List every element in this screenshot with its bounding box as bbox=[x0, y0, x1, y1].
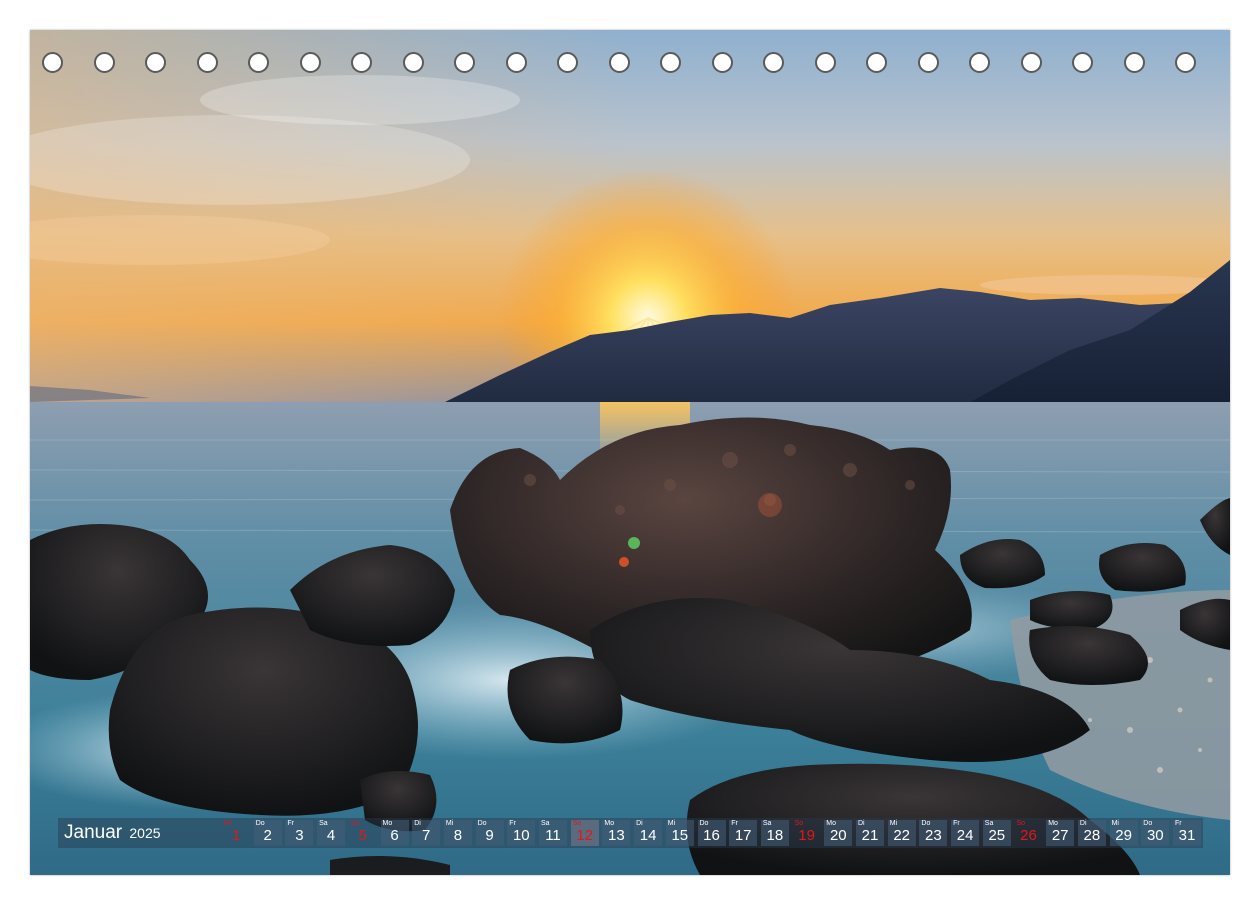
day-cell: Fr 10 bbox=[507, 820, 536, 846]
day-cell: Sa 4 bbox=[317, 820, 346, 846]
day-number: 14 bbox=[639, 827, 657, 844]
day-cell: Di 14 bbox=[634, 820, 663, 846]
day-number: 24 bbox=[956, 827, 974, 844]
day-cell: Fr 17 bbox=[729, 820, 758, 846]
month-year: 2025 bbox=[129, 825, 161, 841]
day-cell: Mo 13 bbox=[602, 820, 631, 846]
day-cell: Do 2 bbox=[253, 820, 282, 846]
day-cell: Fr 31 bbox=[1173, 820, 1201, 846]
weekday-label: Mi bbox=[224, 820, 232, 827]
day-cell: Mi 29 bbox=[1109, 820, 1138, 846]
binding-holes bbox=[30, 52, 1230, 82]
day-cell: So 19 bbox=[793, 820, 821, 846]
day-number: 11 bbox=[545, 827, 561, 844]
day-cell: Mo 20 bbox=[824, 820, 853, 846]
day-cell: Mo 27 bbox=[1046, 820, 1075, 846]
binding-hole bbox=[814, 52, 836, 73]
day-number: 30 bbox=[1146, 827, 1164, 844]
binding-hole bbox=[660, 52, 681, 73]
month-name: Januar bbox=[64, 822, 123, 843]
day-number: 27 bbox=[1051, 827, 1069, 844]
day-cell: Mi 8 bbox=[443, 820, 472, 846]
day-cell: Fr 24 bbox=[951, 820, 980, 846]
day-number: 25 bbox=[988, 827, 1006, 844]
calendar-strip: Januar 2025 Mi 1 Do 2 Fr 3 Sa 4 So 5 Mo 6 Di 7 Mi 8 Do 9 F… bbox=[58, 818, 1203, 848]
day-cell: Di 28 bbox=[1077, 820, 1106, 846]
day-cell: Mi 15 bbox=[665, 820, 694, 846]
binding-hole bbox=[248, 52, 269, 73]
binding-hole bbox=[557, 52, 578, 73]
binding-hole bbox=[1020, 52, 1042, 73]
day-cell: Mi 22 bbox=[887, 820, 916, 846]
binding-hole bbox=[196, 52, 218, 73]
binding-hole bbox=[1123, 52, 1145, 73]
day-number: 20 bbox=[829, 827, 847, 844]
day-number: 9 bbox=[485, 827, 494, 844]
binding-hole bbox=[145, 52, 166, 73]
binding-hole bbox=[351, 52, 372, 73]
day-number: 26 bbox=[1020, 827, 1037, 844]
binding-hole bbox=[711, 52, 733, 73]
day-cell: So 5 bbox=[349, 820, 377, 846]
day-number: 21 bbox=[861, 827, 879, 844]
day-number: 3 bbox=[295, 827, 304, 844]
binding-hole bbox=[93, 52, 115, 73]
binding-hole bbox=[42, 52, 63, 73]
day-number: 8 bbox=[453, 827, 463, 844]
day-cell: So 12 bbox=[570, 820, 599, 846]
day-cell: Di 21 bbox=[856, 820, 884, 846]
sunset-seascape-image bbox=[30, 30, 1230, 875]
day-cell: So 26 bbox=[1015, 820, 1043, 846]
weekday-label: Di bbox=[414, 820, 421, 827]
day-number: 29 bbox=[1115, 827, 1132, 844]
day-number: 1 bbox=[231, 827, 241, 844]
binding-hole bbox=[1175, 52, 1196, 73]
day-cell: Di 7 bbox=[412, 820, 441, 846]
binding-hole bbox=[505, 52, 527, 73]
day-number: 2 bbox=[263, 827, 272, 844]
day-cell: Do 16 bbox=[697, 820, 726, 846]
weekday-label: Fr bbox=[287, 820, 294, 827]
day-number: 13 bbox=[608, 827, 625, 844]
day-cell: Sa 18 bbox=[760, 820, 789, 846]
day-number: 17 bbox=[734, 827, 752, 844]
day-cell: Do 9 bbox=[475, 820, 504, 846]
day-cell: Sa 25 bbox=[982, 820, 1011, 846]
binding-hole bbox=[866, 52, 887, 73]
day-number: 5 bbox=[358, 827, 367, 844]
day-number: 15 bbox=[671, 827, 689, 844]
binding-hole bbox=[917, 52, 939, 73]
day-number: 4 bbox=[326, 827, 336, 844]
weekday-label: Mi bbox=[445, 820, 454, 827]
binding-hole bbox=[763, 52, 784, 73]
month-label: Januar 2025 bbox=[64, 822, 161, 844]
day-cell: Mo 6 bbox=[380, 820, 409, 846]
binding-hole bbox=[299, 52, 321, 73]
day-cell: Do 23 bbox=[919, 820, 948, 846]
day-number: 28 bbox=[1083, 827, 1101, 844]
binding-hole bbox=[1072, 52, 1093, 73]
day-number: 16 bbox=[703, 827, 720, 844]
day-number: 18 bbox=[766, 827, 784, 844]
binding-hole bbox=[608, 52, 630, 73]
day-number: 31 bbox=[1178, 827, 1196, 844]
day-cell: Do 30 bbox=[1141, 820, 1170, 846]
day-number: 7 bbox=[422, 827, 431, 844]
day-cell: Fr 3 bbox=[285, 820, 314, 846]
day-number: 10 bbox=[512, 827, 530, 844]
day-number: 12 bbox=[576, 827, 594, 844]
binding-hole bbox=[402, 52, 424, 73]
day-number: 22 bbox=[893, 827, 911, 844]
binding-hole bbox=[454, 52, 475, 73]
day-cell: Sa 11 bbox=[539, 820, 567, 846]
binding-hole bbox=[969, 52, 990, 73]
day-cell: Mi 1 bbox=[222, 820, 250, 846]
calendar-photo bbox=[30, 30, 1230, 875]
day-number: 6 bbox=[390, 827, 399, 844]
day-number: 19 bbox=[798, 827, 815, 844]
day-number: 23 bbox=[925, 827, 942, 844]
